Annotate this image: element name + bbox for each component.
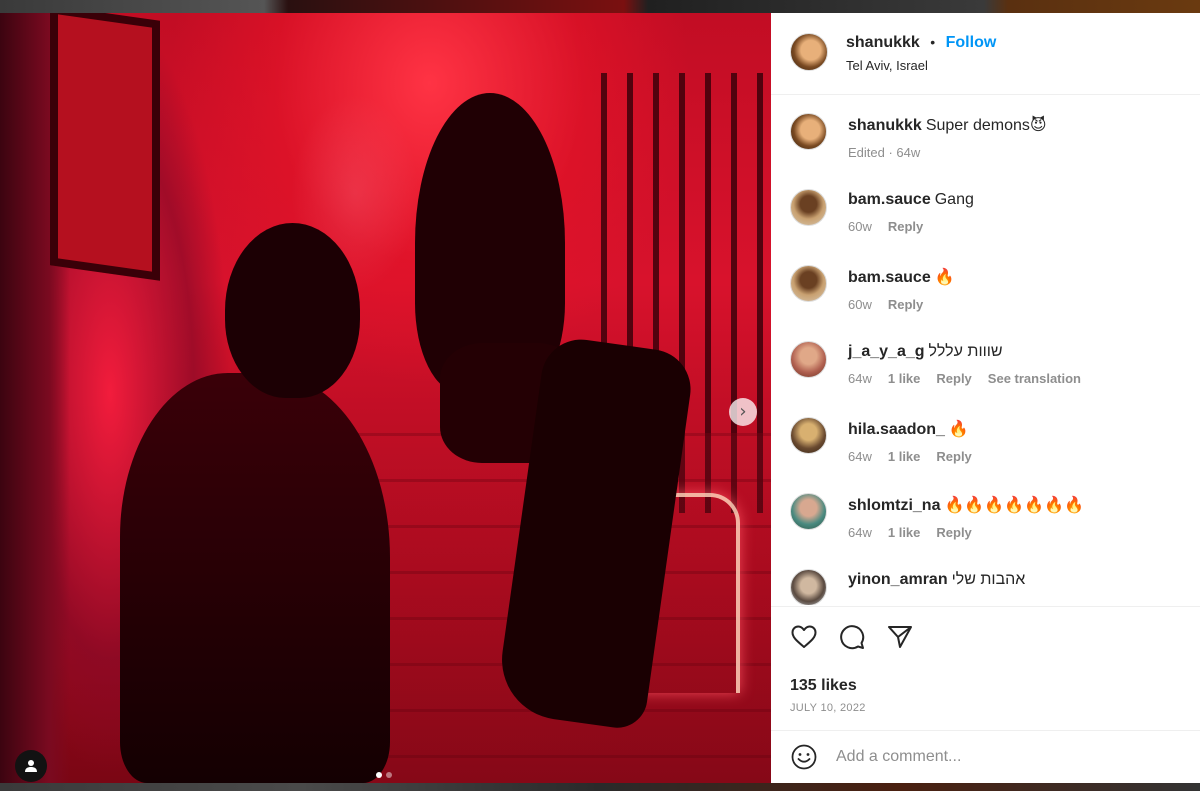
comment-text: 🔥🔥🔥🔥🔥🔥🔥 <box>944 497 1084 514</box>
avatar[interactable] <box>790 265 827 302</box>
background-strip-bottom <box>0 783 1200 791</box>
comment-username[interactable]: bam.sauce <box>848 191 931 208</box>
comment-username[interactable]: yinon_amran <box>848 571 948 588</box>
avatar[interactable] <box>790 493 827 530</box>
reply-button[interactable]: Reply <box>936 371 971 386</box>
comment-username[interactable]: bam.sauce <box>848 269 931 286</box>
add-comment-bar <box>771 730 1200 783</box>
comment-text: 🔥 <box>948 421 969 438</box>
comment-username[interactable]: hila.saadon_ <box>848 421 945 438</box>
post-actions: 135 likes JULY 10, 2022 <box>771 606 1200 714</box>
follow-button[interactable]: Follow <box>946 34 997 51</box>
likes-count[interactable]: 135 likes <box>790 677 1184 695</box>
comment-text: אהבות שלי <box>951 571 1026 588</box>
reply-button[interactable]: Reply <box>888 219 923 234</box>
avatar[interactable] <box>790 113 827 150</box>
list-item: shlomtzi_na 🔥🔥🔥🔥🔥🔥🔥 64w 1 like Reply <box>790 493 1184 569</box>
post-location[interactable]: Tel Aviv, Israel <box>846 58 996 73</box>
chevron-right-icon: › <box>739 401 747 422</box>
comment-time: 64w <box>848 371 872 386</box>
post-header: shanukkk • Follow Tel Aviv, Israel <box>771 13 1200 95</box>
comment-username[interactable]: j_a_y_a_g <box>848 343 925 360</box>
comment-time: 60w <box>848 297 872 312</box>
avatar[interactable] <box>790 417 827 454</box>
post-date: JULY 10, 2022 <box>790 702 866 714</box>
background-strip-top <box>0 0 1200 13</box>
comment-time: 60w <box>848 219 872 234</box>
emoji-icon <box>791 744 817 770</box>
avatar[interactable] <box>790 341 827 378</box>
comment-text: שווות עללל <box>928 343 1003 360</box>
comment-time: 64w <box>848 449 872 464</box>
list-item: bam.sauce 🔥 60w Reply <box>790 265 1184 341</box>
comment-text: Super demons😈 <box>925 117 1047 134</box>
carousel-dot <box>376 772 382 778</box>
like-button[interactable] <box>790 623 818 651</box>
heart-icon <box>791 625 817 648</box>
avatar[interactable] <box>790 33 828 71</box>
reply-button[interactable]: Reply <box>936 525 971 540</box>
share-icon <box>888 626 912 648</box>
comment-icon <box>840 625 865 650</box>
avatar[interactable] <box>790 189 827 226</box>
list-item: bam.sauce Gang 60w Reply <box>790 189 1184 265</box>
reply-button[interactable]: Reply <box>936 449 971 464</box>
post-side-panel: shanukkk • Follow Tel Aviv, Israel shanu… <box>771 13 1200 783</box>
post-author-username[interactable]: shanukkk <box>846 34 920 51</box>
likes-count-link[interactable]: 1 like <box>888 371 921 386</box>
comment-text: Gang <box>934 191 974 208</box>
comment-input[interactable] <box>836 748 1156 766</box>
comment-username[interactable]: shanukkk <box>848 117 922 134</box>
separator-dot: • <box>930 34 936 50</box>
post-photo: › <box>0 13 771 783</box>
list-item: hila.saadon_ 🔥 64w 1 like Reply <box>790 417 1184 493</box>
likes-count-link[interactable]: 1 like <box>888 525 921 540</box>
likes-count-link[interactable]: 1 like <box>888 449 921 464</box>
list-item: j_a_y_a_g שווות עללל 64w 1 like Reply See tr… <box>790 341 1184 417</box>
list-item: yinon_amran אהבות שלי <box>790 569 1184 605</box>
see-translation-link[interactable]: See translation <box>988 371 1081 386</box>
avatar[interactable] <box>790 569 827 605</box>
share-button[interactable] <box>886 623 914 651</box>
carousel-dots <box>376 772 392 778</box>
tagged-users-button[interactable] <box>15 750 47 782</box>
reply-button[interactable]: Reply <box>888 297 923 312</box>
user-tag-icon <box>25 760 37 772</box>
list-item: shanukkk Super demons😈 Edited · 64w <box>790 113 1184 189</box>
emoji-button[interactable] <box>790 743 818 771</box>
comment-button[interactable] <box>838 623 866 651</box>
next-photo-button[interactable]: › <box>729 398 757 426</box>
comments-list[interactable]: shanukkk Super demons😈 Edited · 64w bam.s… <box>771 95 1200 605</box>
comment-text: 🔥 <box>934 269 955 286</box>
comment-username[interactable]: shlomtzi_na <box>848 497 940 514</box>
carousel-dot <box>386 772 392 778</box>
comment-time: Edited · 64w <box>848 145 921 160</box>
comment-time: 64w <box>848 525 872 540</box>
